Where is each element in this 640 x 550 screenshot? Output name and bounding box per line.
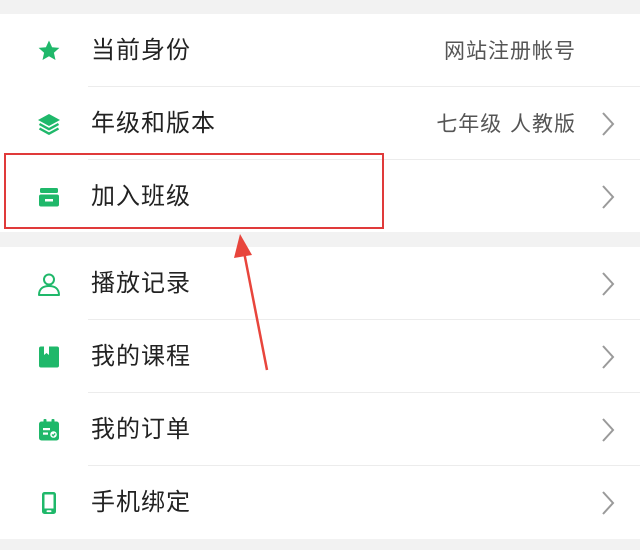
row-grade-version[interactable]: 年级和版本 七年级 人教版: [0, 87, 640, 159]
book-icon: [36, 344, 62, 370]
row-play-history[interactable]: 播放记录: [0, 247, 640, 319]
chevron-right-icon: [601, 271, 615, 297]
chevron-right-icon: [601, 490, 615, 516]
row-label: 年级和版本: [91, 109, 216, 137]
chevron-right-icon: [601, 344, 615, 370]
star-icon: [36, 38, 62, 64]
row-current-identity[interactable]: 当前身份 网站注册帐号: [0, 14, 640, 86]
row-label: 加入班级: [91, 182, 191, 210]
chevron-right-icon: [601, 184, 615, 210]
row-phone-binding[interactable]: 手机绑定: [0, 466, 640, 538]
chevron-right-icon: [601, 111, 615, 137]
row-label: 手机绑定: [91, 488, 191, 516]
phone-icon: [36, 490, 62, 516]
settings-group-activity: 播放记录 我的课程 我的订单 手机绑定: [0, 247, 640, 539]
row-value: 七年级 人教版: [436, 112, 576, 136]
settings-group-account: 当前身份 网站注册帐号 年级和版本 七年级 人教版 加入班级: [0, 14, 640, 232]
row-label: 我的课程: [91, 342, 191, 370]
row-label: 当前身份: [91, 36, 191, 64]
row-label: 播放记录: [91, 269, 191, 297]
row-value: 网站注册帐号: [444, 39, 576, 63]
row-my-courses[interactable]: 我的课程: [0, 320, 640, 392]
class-icon: [36, 184, 62, 210]
order-icon: [36, 417, 62, 443]
row-join-class[interactable]: 加入班级: [0, 160, 640, 232]
row-label: 我的订单: [91, 415, 191, 443]
layers-icon: [36, 111, 62, 137]
chevron-right-icon: [601, 417, 615, 443]
person-icon: [36, 271, 62, 297]
row-my-orders[interactable]: 我的订单: [0, 393, 640, 465]
